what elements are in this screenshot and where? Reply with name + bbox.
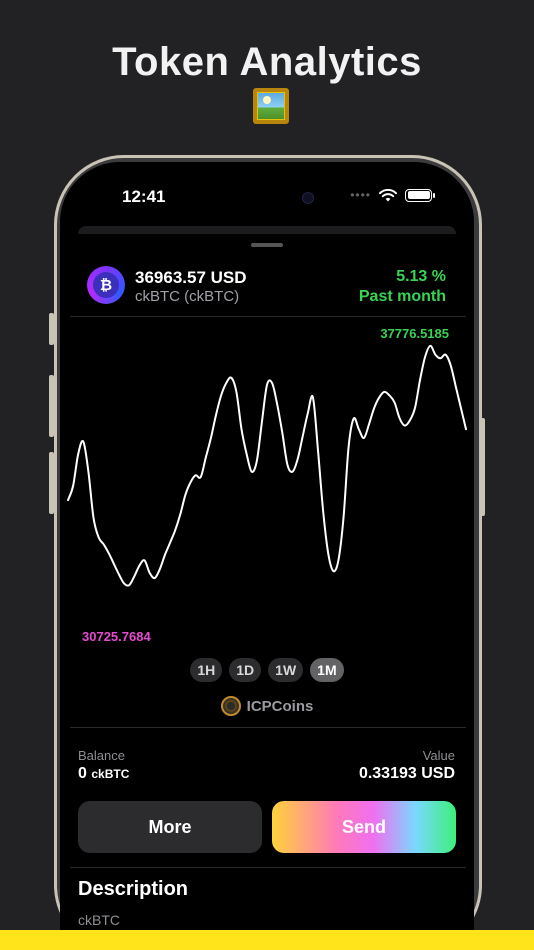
side-button-silent: [49, 313, 54, 345]
camera-dot: [302, 192, 314, 204]
side-button-power: [480, 418, 485, 516]
price-change-period: Past month: [358, 288, 446, 305]
icpcoins-logo-icon: [220, 696, 241, 716]
bitcoin-icon: ₿: [87, 266, 125, 304]
signal-icon: ••••: [350, 188, 371, 202]
provider-divider: [70, 727, 466, 728]
more-button[interactable]: More: [78, 801, 262, 853]
phone-screen: 12:41 •••• ₿ 36963.57 USD ckBTC (ckBTC) …: [60, 162, 474, 950]
description-title: Description: [78, 878, 189, 900]
description-text: ckBTC: [78, 912, 120, 928]
value-amount: 0.33193 USD: [358, 765, 455, 782]
token-name: ckBTC (ckBTC): [135, 288, 240, 305]
range-selector: 1H 1D 1W 1M: [60, 658, 474, 682]
chart-max-label: 37776.5185: [380, 326, 449, 341]
battery-icon: [405, 188, 435, 202]
balance-unit: ckBTC: [91, 767, 130, 781]
wifi-icon: [379, 188, 397, 201]
actions-divider: [70, 867, 466, 868]
provider-label: ICPCoins: [246, 697, 314, 715]
chart-min-label: 30725.7684: [82, 629, 151, 644]
promo-title: Token Analytics: [112, 40, 422, 84]
range-1m-button[interactable]: 1M: [310, 658, 344, 682]
side-button-volume-down: [49, 452, 54, 514]
balance-value: 0 ckBTC: [78, 765, 129, 783]
price-chart[interactable]: [60, 342, 474, 632]
header-divider: [70, 316, 466, 317]
balance-label: Balance: [78, 748, 125, 763]
price-line: [67, 344, 467, 587]
value-label: Value: [422, 748, 455, 763]
range-1h-button[interactable]: 1H: [190, 658, 223, 682]
status-icons: ••••: [350, 188, 435, 202]
send-button[interactable]: Send: [272, 801, 456, 853]
range-1d-button[interactable]: 1D: [229, 658, 262, 682]
sheet-behind-edge: [78, 226, 456, 234]
bottom-yellow-strip: [0, 930, 534, 950]
data-provider[interactable]: ICPCoins: [60, 696, 474, 716]
framed-picture-icon: [253, 88, 289, 124]
price-change-percent: 5.13 %: [396, 268, 446, 285]
range-1w-button[interactable]: 1W: [268, 658, 304, 682]
balance-amount: 0: [78, 765, 87, 782]
token-price: 36963.57 USD: [135, 268, 247, 287]
side-button-volume-up: [49, 375, 54, 437]
sheet-grab-handle[interactable]: [251, 243, 283, 247]
status-time: 12:41: [122, 187, 166, 206]
